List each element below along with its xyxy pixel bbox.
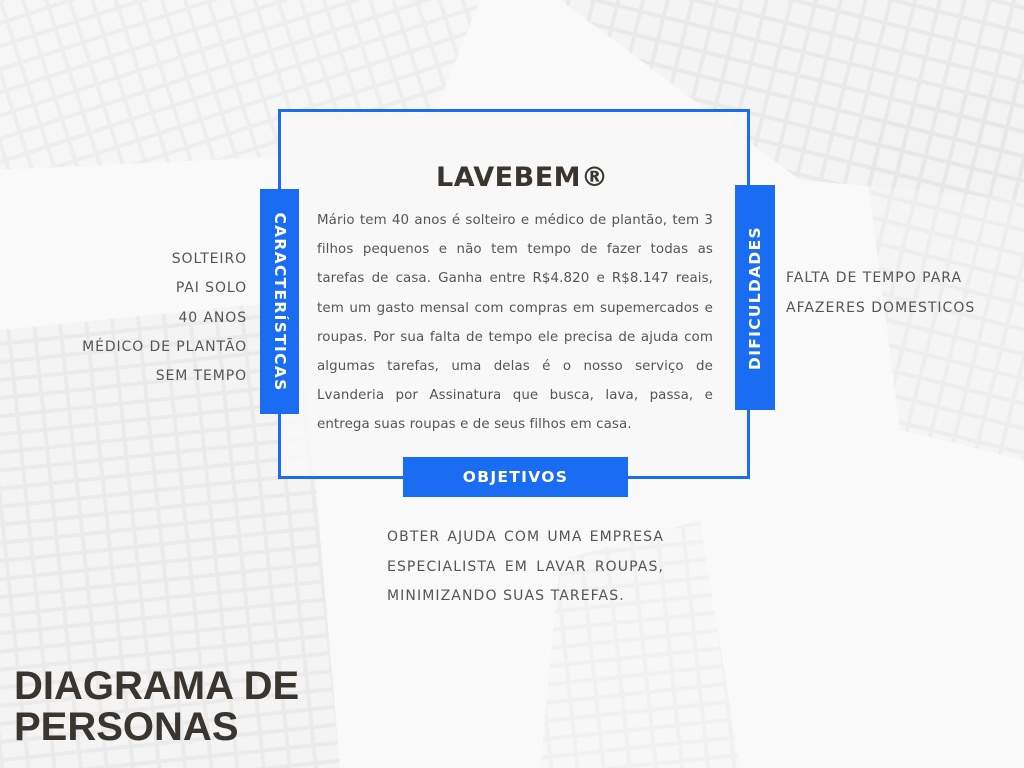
objectives-tab: OBJETIVOS (403, 457, 628, 497)
persona-description: Mário tem 40 anos é solteiro e médico de… (317, 213, 713, 433)
objectives-text: OBTER AJUDA COM UMA EMPRESA ESPECIALISTA… (387, 529, 664, 604)
difficulties-text: FALTA DE TEMPO PARA AFAZERES DOMESTICOS (786, 270, 976, 316)
characteristic-item: 40 ANOS (178, 309, 247, 326)
characteristics-tab-label: CARACTERÍSTICAS (270, 211, 289, 392)
characteristic-item: SOLTEIRO (171, 251, 247, 267)
characteristic-item: MÉDICO DE PLANTÃO (82, 338, 247, 355)
characteristic-item: SEM TEMPO (155, 368, 247, 385)
difficulties-tab: DIFICULDADES (735, 185, 775, 410)
characteristics-tab: CARACTERÍSTICAS (260, 189, 299, 414)
page-heading: DIAGRAMA DE PERSONAS (14, 664, 300, 749)
characteristics-list: SOLTEIRO PAI SOLO 40 ANOS MÉDICO DE PLAN… (82, 245, 247, 391)
difficulties-tab-label: DIFICULDADES (746, 225, 764, 370)
brand-title: LAVEBEM® (436, 162, 609, 193)
characteristic-item: PAI SOLO (175, 280, 247, 297)
